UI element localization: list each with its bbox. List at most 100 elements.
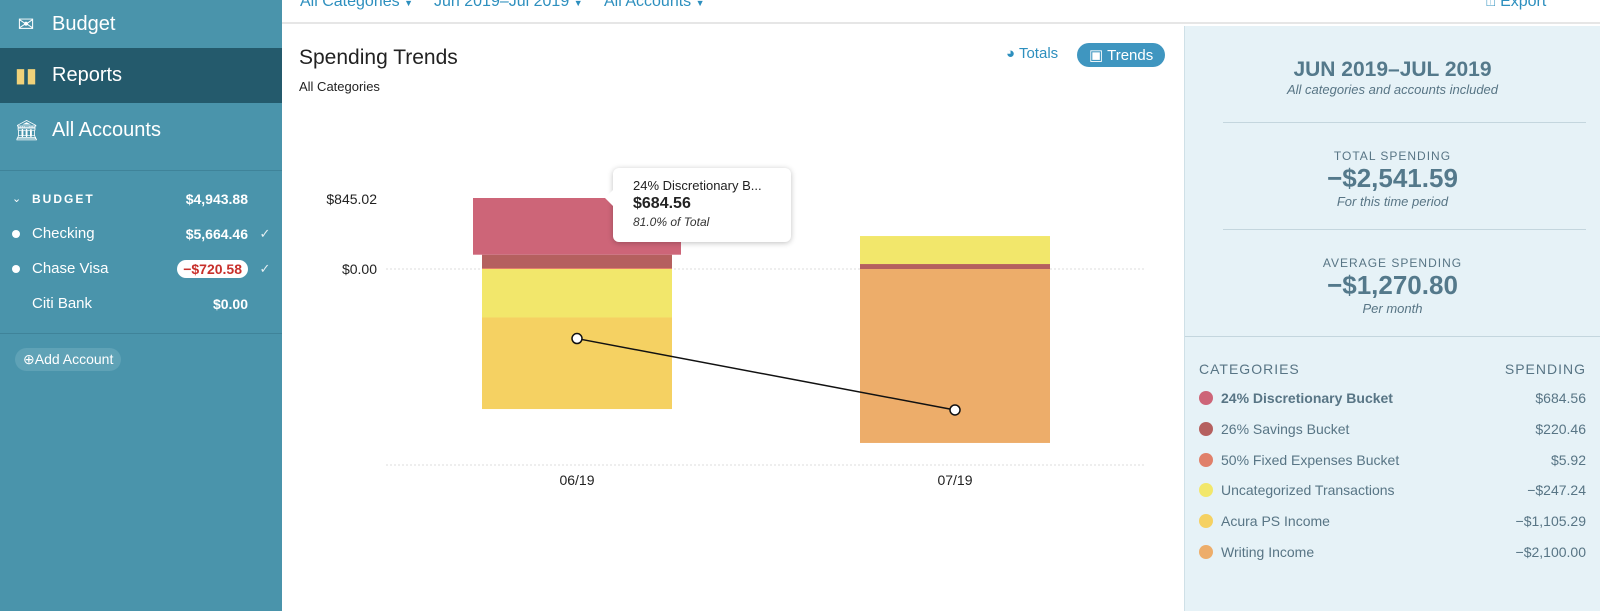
bar-segment[interactable] (860, 269, 1050, 443)
nav-budget[interactable]: ✉ Budget (0, 0, 282, 48)
group-label: BUDGET (32, 191, 95, 206)
categories-header: CATEGORIES SPENDING (1185, 361, 1600, 377)
account-name: Checking (32, 225, 95, 242)
category-list: 24% Discretionary Bucket $684.56 26% Savin… (1185, 383, 1600, 567)
categories-column-header: CATEGORIES (1199, 361, 1300, 377)
check-icon: ✓ (259, 260, 271, 276)
average-spending-label: AVERAGE SPENDING (1322, 256, 1463, 270)
export-label: Export (1500, 0, 1547, 10)
category-color-icon (1199, 544, 1213, 559)
account-name: Chase Visa (32, 260, 109, 277)
filter-label: Jun 2019–Jul 2019 (434, 0, 570, 10)
category-amount: −$247.24 (1527, 482, 1586, 499)
net-spending-point[interactable] (571, 332, 583, 345)
category-name: Acura PS Income (1221, 513, 1330, 530)
category-row[interactable]: Writing Income −$2,100.00 (1185, 536, 1600, 567)
filter-label: All Accounts (604, 0, 692, 10)
summary-panel: JUN 2019–JUL 2019 All categories and acc… (1184, 26, 1600, 611)
date-filter[interactable]: Jun 2019–Jul 2019 ▼ (434, 0, 583, 11)
add-account-label: Add Account (34, 351, 114, 367)
category-row[interactable]: Acura PS Income −$1,105.29 (1185, 506, 1600, 537)
category-amount: −$2,100.00 (1515, 543, 1586, 560)
export-icon: ⍐ (1486, 0, 1496, 10)
plus-circle-icon: ⊕ (23, 351, 35, 367)
date-range: JUN 2019–JUL 2019 (1293, 58, 1492, 81)
category-amount: −$1,105.29 (1515, 513, 1586, 530)
status-dot-icon (12, 229, 20, 238)
category-row[interactable]: 50% Fixed Expenses Bucket $5.92 (1185, 444, 1600, 475)
x-tick-label: 07/19 (937, 472, 972, 488)
account-checking[interactable]: Checking $5,664.46 ✓ (0, 216, 282, 251)
budget-group-header[interactable]: ⌄ BUDGET $4,943.88 (0, 181, 282, 216)
bar-segment[interactable] (482, 268, 672, 269)
category-amount: $684.56 (1535, 390, 1586, 407)
envelope-icon: ✉ (17, 13, 35, 36)
tooltip-category: 24% Discretionary B... (633, 178, 762, 193)
filter-label: All Categories (300, 0, 400, 10)
total-spending-label: TOTAL SPENDING (1333, 149, 1452, 163)
sidebar: ✉ Budget ▮▮ Reports 🏛 All Accounts ⌄ BUDGET $… (0, 0, 282, 611)
nav-label: All Accounts (52, 119, 161, 141)
category-row[interactable]: Uncategorized Transactions −$247.24 (1185, 475, 1600, 506)
account-chase-visa[interactable]: Chase Visa −$720.58 ✓ (0, 251, 282, 286)
y-tick-label: $0.00 (342, 261, 377, 277)
account-balance: $5,664.46 (185, 225, 248, 242)
category-color-icon (1199, 514, 1213, 529)
y-tick-label: $845.02 (326, 191, 377, 207)
account-filter[interactable]: All Accounts ▼ (604, 0, 705, 11)
category-color-icon (1199, 422, 1213, 437)
spending-trends-chart: $845.02 $0.00 06/19 07/19 (326, 191, 1144, 488)
caret-down-icon: ▼ (695, 0, 705, 8)
range-note: All categories and accounts included (1286, 82, 1499, 97)
filter-bar: All Categories ▼ Jun 2019–Jul 2019 ▼ All… (282, 0, 1600, 24)
category-amount: $220.46 (1535, 421, 1586, 438)
nav-label: Budget (52, 12, 116, 35)
account-balance: $0.00 (212, 295, 248, 312)
bank-icon: 🏛 (14, 120, 40, 142)
caret-down-icon: ▼ (404, 0, 413, 8)
export-button[interactable]: ⍐ Export (1486, 0, 1546, 11)
category-row[interactable]: 26% Savings Bucket $220.46 (1185, 414, 1600, 445)
category-name: 50% Fixed Expenses Bucket (1221, 451, 1400, 468)
total-spending-note: For this time period (1336, 194, 1449, 209)
nav-reports[interactable]: ▮▮ Reports (0, 48, 282, 103)
category-name: Writing Income (1221, 543, 1315, 560)
net-spending-point[interactable] (949, 404, 961, 416)
category-filter[interactable]: All Categories ▼ (300, 0, 413, 11)
report-main: Spending Trends All Categories ◕ Totals … (282, 26, 1184, 611)
nav-all-accounts[interactable]: 🏛 All Accounts (0, 103, 282, 158)
x-tick-label: 06/19 (559, 472, 594, 488)
account-name: Citi Bank (32, 295, 93, 312)
chevron-down-icon: ⌄ (12, 193, 22, 205)
spending-column-header: SPENDING (1504, 361, 1586, 377)
tooltip-percent: 81.0% of Total (633, 215, 710, 229)
total-spending-value: −$2,541.59 (1327, 163, 1458, 193)
category-name: 26% Savings Bucket (1221, 421, 1350, 438)
category-name: Uncategorized Transactions (1221, 482, 1395, 499)
bar-segment[interactable] (482, 317, 672, 410)
add-account-button[interactable]: ⊕Add Account (15, 348, 122, 371)
bar-segment[interactable] (482, 269, 672, 318)
category-name: 24% Discretionary Bucket (1221, 390, 1393, 407)
account-citi-bank[interactable]: Citi Bank $0.00 (0, 286, 282, 321)
bar-segment[interactable] (482, 254, 672, 268)
category-color-icon (1199, 483, 1213, 498)
check-icon: ✓ (259, 225, 271, 241)
chart-tooltip: 24% Discretionary B... $684.56 81.0% of … (605, 168, 791, 242)
average-spending-value: −$1,270.80 (1327, 270, 1458, 300)
category-amount: $5.92 (1550, 451, 1586, 468)
category-color-icon (1199, 391, 1213, 406)
tooltip-value: $684.56 (633, 195, 691, 212)
budget-accounts-group: ⌄ BUDGET $4,943.88 Checking $5,664.46 ✓ Chas… (0, 170, 282, 321)
bar-segment[interactable] (860, 236, 1050, 265)
average-spending-note: Per month (1362, 301, 1423, 316)
category-color-icon (1199, 452, 1213, 467)
group-amount: $4,943.88 (185, 190, 248, 207)
account-balance: −$720.58 (177, 259, 248, 278)
nav-label: Reports (52, 64, 123, 86)
bar-segment[interactable] (860, 264, 1050, 269)
status-dot-icon (12, 264, 20, 273)
caret-down-icon: ▼ (573, 0, 583, 8)
bar-chart-icon: ▮▮ (14, 65, 37, 87)
category-row[interactable]: 24% Discretionary Bucket $684.56 (1185, 383, 1600, 414)
